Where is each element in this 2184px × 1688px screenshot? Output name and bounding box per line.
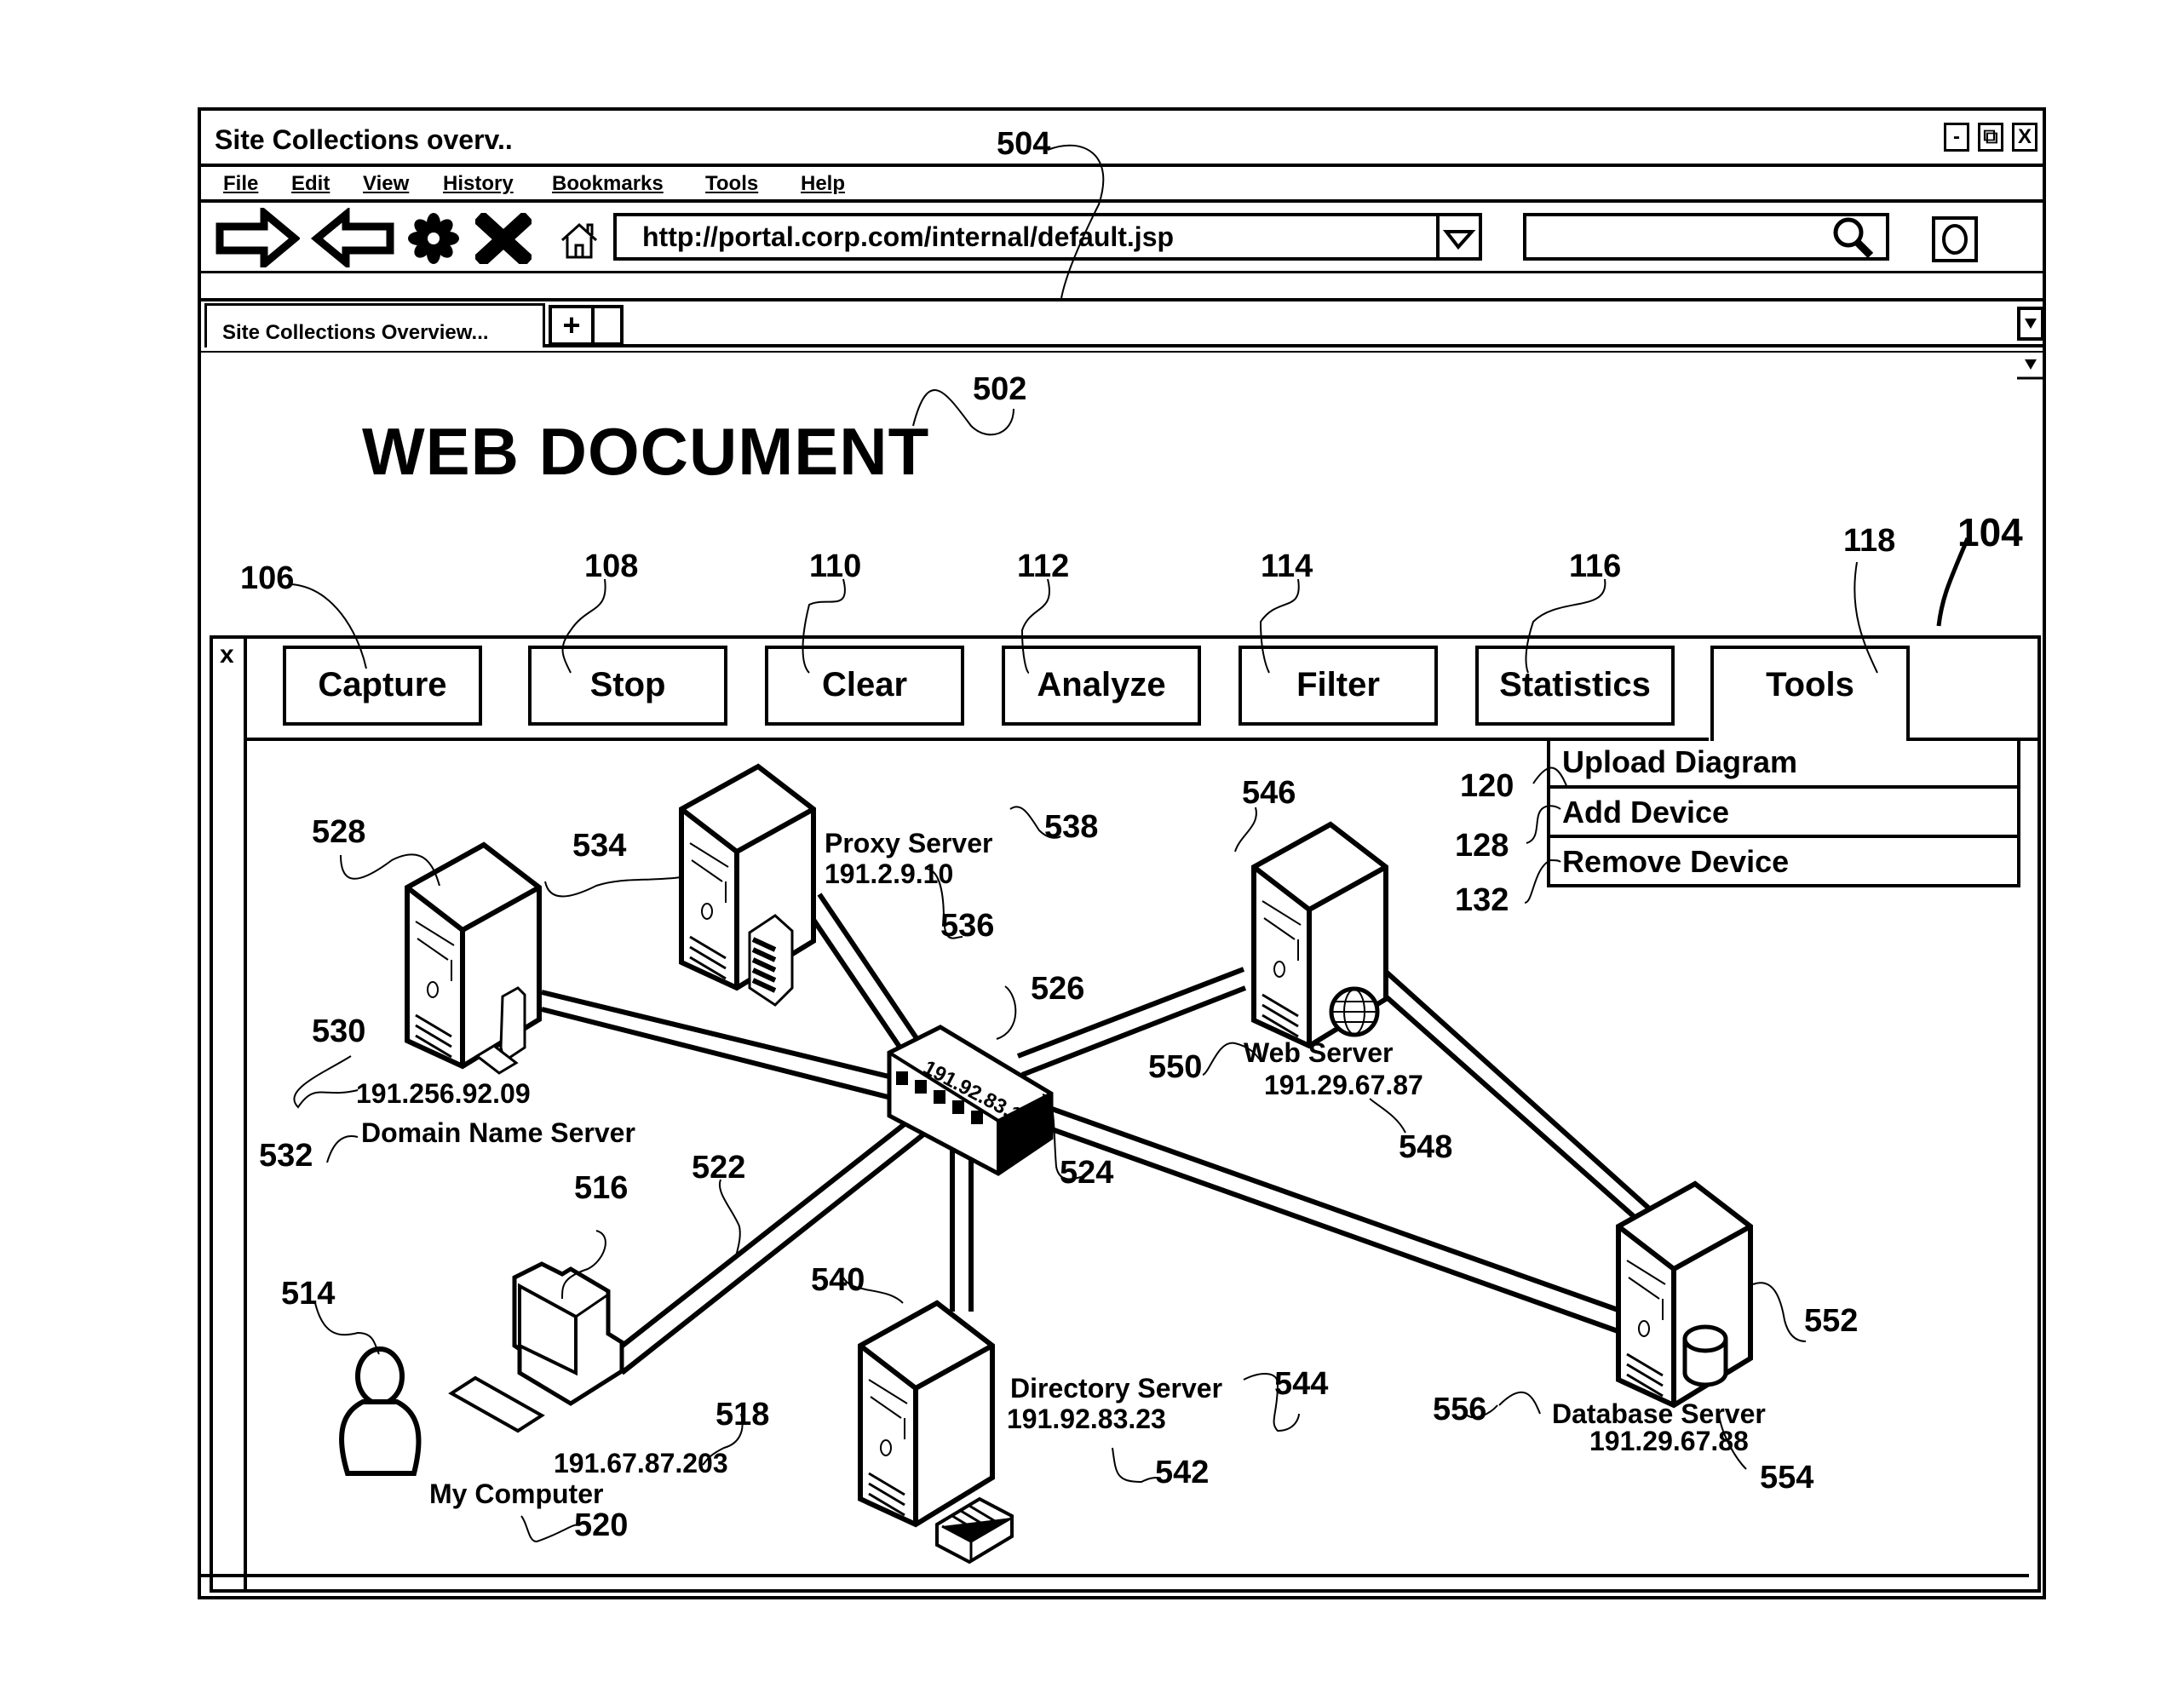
link-switch-database xyxy=(1050,1106,1624,1335)
web-name: Web Server xyxy=(1244,1037,1394,1068)
ref-112: 112 xyxy=(1017,548,1070,584)
printer-device-icon xyxy=(935,1496,1014,1565)
ref-502: 502 xyxy=(973,371,1027,407)
ref-522: 522 xyxy=(692,1150,746,1186)
ref-542: 542 xyxy=(1155,1455,1210,1490)
ref-556: 556 xyxy=(1433,1392,1487,1427)
ref-548: 548 xyxy=(1399,1129,1453,1165)
desktop-computer-icon xyxy=(448,1261,624,1433)
ref-106: 106 xyxy=(240,560,295,596)
ref-116: 116 xyxy=(1569,548,1622,584)
ref-108: 108 xyxy=(584,548,639,584)
web-ip: 191.29.67.87 xyxy=(1264,1070,1423,1100)
ref-524: 524 xyxy=(1060,1155,1114,1191)
ref-530: 530 xyxy=(312,1013,366,1049)
directory-name: Directory Server xyxy=(1010,1373,1223,1404)
database-cylinder-icon xyxy=(1682,1324,1728,1387)
ref-546: 546 xyxy=(1242,775,1296,811)
ref-504: 504 xyxy=(997,126,1051,162)
link-proxy-switch xyxy=(802,893,921,1054)
ref-550: 550 xyxy=(1148,1049,1203,1085)
ref-534: 534 xyxy=(572,828,627,864)
ref-514: 514 xyxy=(281,1276,336,1312)
proxy-name: Proxy Server xyxy=(825,828,993,858)
user-icon xyxy=(339,1346,422,1476)
ref-120: 120 xyxy=(1460,768,1514,804)
ref-132: 132 xyxy=(1455,882,1509,918)
ref-520: 520 xyxy=(574,1507,629,1543)
proxy-server-icon xyxy=(681,766,813,988)
dns-ip: 191.256.92.09 xyxy=(356,1078,531,1109)
ref-554: 554 xyxy=(1760,1460,1814,1496)
firewall-icon xyxy=(748,914,794,1007)
ref-540: 540 xyxy=(811,1262,865,1298)
mycomputer-name: My Computer xyxy=(429,1478,604,1509)
mycomputer-ip: 191.67.87.203 xyxy=(554,1448,728,1478)
link-dns-switch xyxy=(541,990,904,1101)
proxy-ip: 191.2.9.10 xyxy=(825,858,954,889)
ref-526: 526 xyxy=(1031,971,1085,1007)
ref-544: 544 xyxy=(1274,1366,1329,1402)
ref-516: 516 xyxy=(574,1170,629,1206)
ref-104: 104 xyxy=(1957,510,2023,554)
database-ip: 191.29.67.88 xyxy=(1589,1426,1749,1456)
dns-name: Domain Name Server xyxy=(361,1117,635,1148)
directory-server-icon xyxy=(860,1303,992,1524)
ref-532: 532 xyxy=(259,1138,313,1174)
ref-118: 118 xyxy=(1843,523,1896,559)
ref-114: 114 xyxy=(1261,548,1313,584)
directory-ip: 191.92.83.23 xyxy=(1007,1404,1166,1434)
ref-536: 536 xyxy=(940,908,995,944)
globe-icon xyxy=(1329,986,1380,1037)
ref-518: 518 xyxy=(716,1397,770,1433)
ref-552: 552 xyxy=(1804,1303,1859,1339)
ref-538: 538 xyxy=(1044,809,1099,845)
ref-528: 528 xyxy=(312,814,366,850)
ref-128: 128 xyxy=(1455,828,1509,864)
ref-110: 110 xyxy=(809,548,862,584)
